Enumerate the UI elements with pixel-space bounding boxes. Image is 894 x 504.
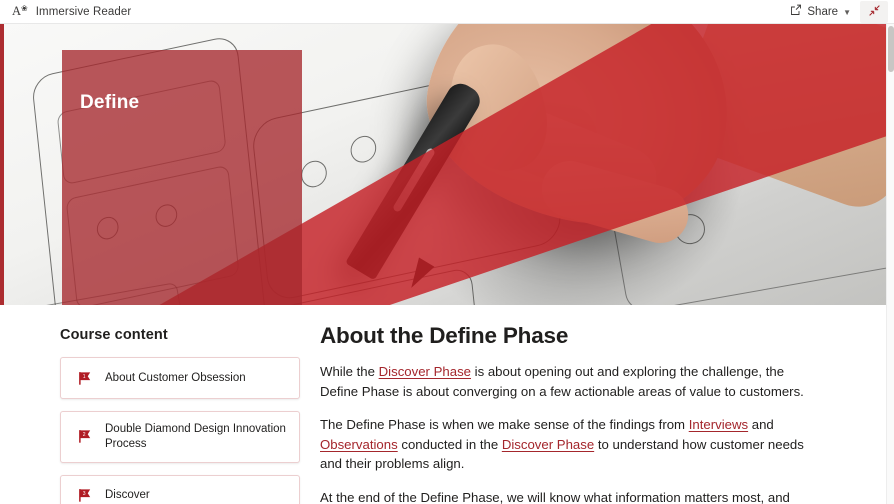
- hero-banner: Define: [0, 24, 886, 305]
- topbar-left-group: A ❀ Immersive Reader: [0, 5, 131, 18]
- numbered-flag-icon: 1: [78, 371, 93, 386]
- hero-title-label: Define: [80, 92, 140, 113]
- inline-link[interactable]: Observations: [320, 437, 398, 452]
- scrollbar-thumb[interactable]: [888, 26, 894, 72]
- paragraph-text: and: [748, 417, 774, 433]
- share-button[interactable]: Share ▼: [783, 1, 858, 23]
- article-paragraphs: While the Discover Phase is about openin…: [320, 362, 826, 504]
- immersive-reader-window: A ❀ Immersive Reader Share ▼ Define Cour…: [0, 0, 894, 504]
- main-content: Course content 1 About Customer Obsession…: [0, 305, 886, 504]
- numbered-flag-icon: 3: [78, 488, 93, 503]
- paragraph: The Define Phase is when we make sense o…: [320, 415, 805, 474]
- immersive-reader-icon: A ❀: [12, 4, 28, 19]
- sidebar-heading: Course content: [60, 327, 168, 343]
- top-command-bar: A ❀ Immersive Reader Share ▼: [0, 0, 894, 24]
- svg-text:2: 2: [83, 432, 86, 438]
- paragraph: While the Discover Phase is about openin…: [320, 362, 805, 401]
- course-content-list: 1 About Customer Obsession 2 Double Diamond…: [60, 357, 320, 504]
- course-content-sidebar: Course content 1 About Customer Obsession…: [0, 305, 320, 504]
- chevron-down-icon: ▼: [843, 8, 851, 17]
- course-card-label: About Customer Obsession: [105, 371, 246, 384]
- app-title: Immersive Reader: [35, 5, 132, 18]
- paragraph-text: The Define Phase is when we make sense o…: [320, 417, 689, 433]
- numbered-flag-icon: 2: [78, 429, 93, 444]
- svg-text:3: 3: [83, 491, 86, 497]
- collapse-arrows-icon: [868, 4, 881, 20]
- inline-link[interactable]: Discover Phase: [379, 364, 471, 379]
- course-card[interactable]: 2 Double Diamond Design Innovation Proces…: [60, 411, 300, 463]
- course-card-label: Double Diamond Design Innovation Process: [105, 423, 286, 450]
- paragraph-text: At the end of the Define Phase, we will …: [320, 489, 790, 504]
- share-icon: [790, 4, 802, 19]
- red-left-edge: [0, 24, 4, 305]
- topbar-right-group: Share ▼: [783, 0, 894, 24]
- course-card[interactable]: 3 Discover: [60, 474, 300, 504]
- hero-title-card: Define: [62, 50, 302, 305]
- paragraph: At the end of the Define Phase, we will …: [320, 488, 805, 504]
- paragraph-text: conducted in the: [397, 436, 502, 452]
- paragraph-text: While the: [320, 364, 379, 379]
- course-card-label: Discover: [105, 489, 150, 502]
- article-body: About the Define Phase While the Discove…: [320, 305, 886, 504]
- vertical-scrollbar[interactable]: [886, 24, 894, 504]
- page-title: About the Define Phase: [320, 323, 569, 348]
- inline-link[interactable]: Discover Phase: [502, 437, 594, 452]
- svg-text:1: 1: [83, 373, 86, 379]
- course-card[interactable]: 1 About Customer Obsession: [60, 357, 300, 399]
- inline-link[interactable]: Interviews: [689, 417, 748, 432]
- share-label: Share: [807, 5, 839, 18]
- collapse-button[interactable]: [860, 0, 888, 23]
